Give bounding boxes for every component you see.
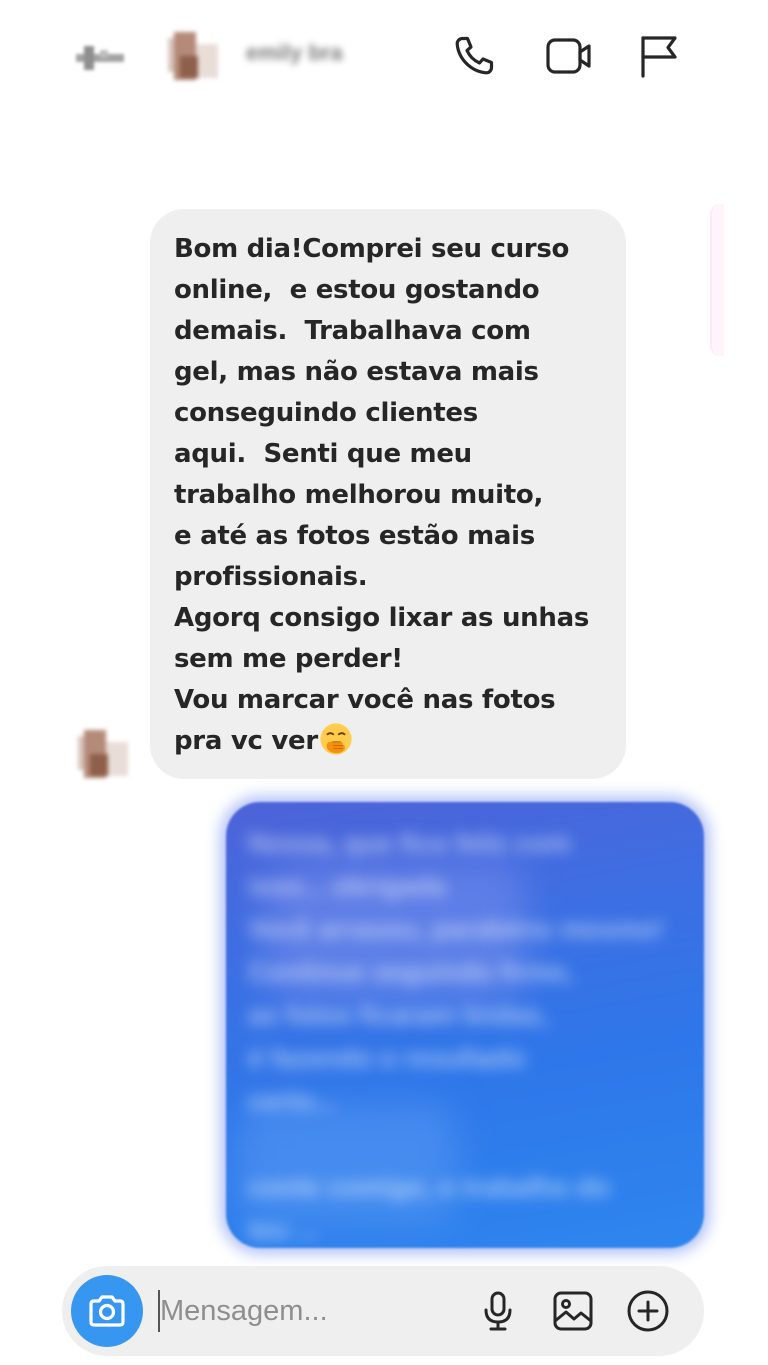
- edge-decoration: [710, 204, 724, 356]
- outgoing-message-text: Nossa, que fico feliz com isso... obriga…: [248, 828, 664, 1245]
- camera-icon: [89, 1295, 125, 1327]
- report-button[interactable]: [634, 32, 682, 80]
- plus-circle-icon: [627, 1290, 669, 1332]
- outgoing-message-bubble[interactable]: Nossa, que fico feliz com isso... obriga…: [226, 802, 704, 1248]
- more-options-button[interactable]: [626, 1289, 670, 1333]
- contact-avatar[interactable]: [164, 30, 222, 82]
- voice-message-button[interactable]: [476, 1289, 520, 1333]
- back-button[interactable]: [72, 38, 128, 78]
- flag-icon: [641, 36, 677, 78]
- video-camera-icon: [546, 38, 591, 74]
- sender-avatar[interactable]: [74, 728, 132, 780]
- camera-button[interactable]: [71, 1275, 143, 1347]
- face-with-hand-over-mouth-icon: [320, 723, 352, 755]
- video-call-button[interactable]: [544, 32, 592, 80]
- incoming-message-bubble[interactable]: Bom dia!Comprei seu curso online, e esto…: [150, 209, 626, 779]
- contact-name[interactable]: emily bra: [246, 40, 343, 66]
- gallery-button[interactable]: [551, 1289, 595, 1333]
- message-input[interactable]: [160, 1284, 460, 1338]
- phone-icon: [455, 36, 494, 75]
- arrow-left-icon: [72, 38, 128, 78]
- image-gallery-icon: [553, 1291, 593, 1331]
- incoming-message-text: Bom dia!Comprei seu curso online, e esto…: [174, 229, 602, 762]
- audio-call-button[interactable]: [450, 32, 498, 80]
- microphone-icon: [484, 1291, 512, 1331]
- chat-header: emily bra: [0, 0, 768, 112]
- incoming-message-body: Bom dia!Comprei seu curso online, e esto…: [174, 234, 590, 756]
- message-composer: [62, 1266, 704, 1356]
